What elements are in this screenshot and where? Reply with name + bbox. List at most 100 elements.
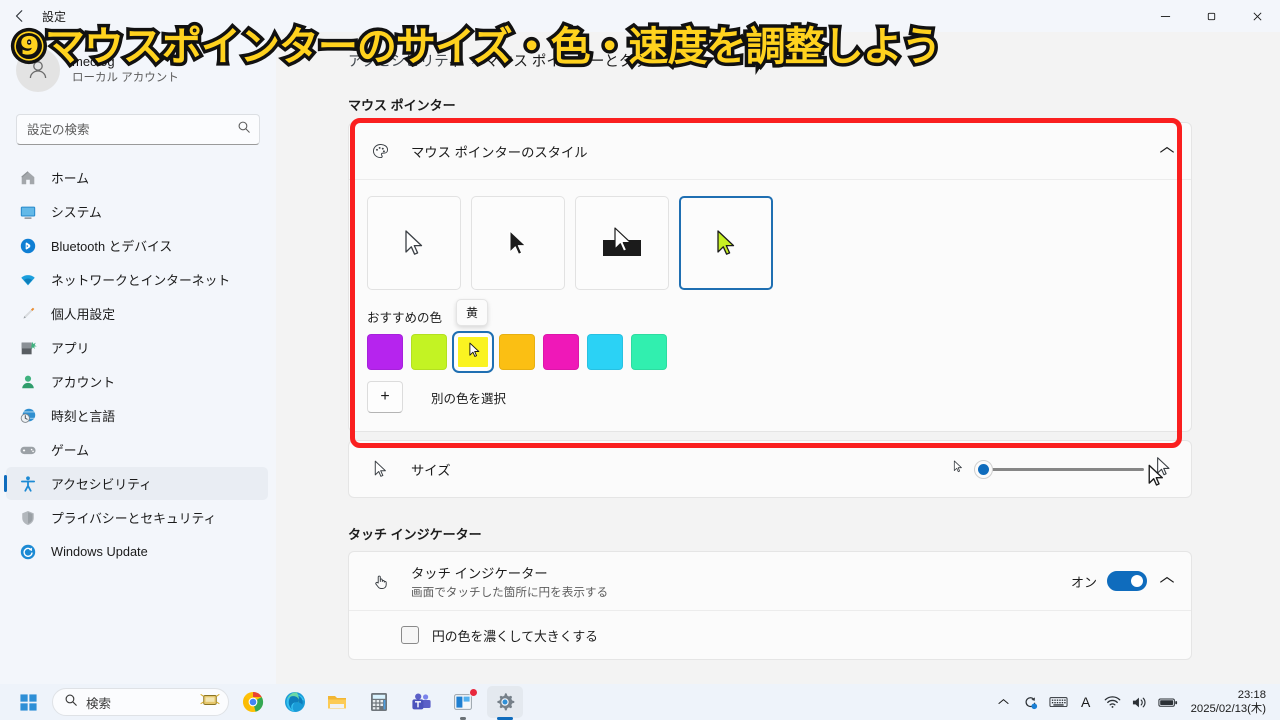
start-button[interactable]	[10, 686, 46, 718]
taskbar-app-edge[interactable]	[277, 686, 313, 718]
sidebar-item-windows-update[interactable]: Windows Update	[6, 535, 268, 568]
touch-circle-emphasis-row[interactable]: 円の色を濃くして大きくする	[349, 611, 1191, 659]
system-icon	[18, 202, 38, 222]
slider-track	[974, 467, 1144, 471]
sidebar-item-time-language[interactable]: 時刻と言語	[6, 399, 268, 432]
edge-icon	[285, 692, 305, 712]
battery-icon[interactable]	[1153, 686, 1183, 718]
custom-color-pointer-icon	[717, 230, 735, 255]
add-color-button[interactable]: +	[367, 381, 403, 413]
volume-icon[interactable]	[1126, 686, 1153, 718]
sidebar-item-personalization[interactable]: 個人用設定	[6, 297, 268, 330]
taskbar-app-teams[interactable]	[403, 686, 439, 718]
sidebar-item-network[interactable]: ネットワークとインターネット	[6, 263, 268, 296]
touch-indicator-row[interactable]: タッチ インジケーター 画面でタッチした箇所に円を表示する オン	[349, 552, 1191, 610]
sidebar-item-apps[interactable]: アプリ	[6, 331, 268, 364]
sidebar-item-gaming[interactable]: ゲーム	[6, 433, 268, 466]
ime-mode-a-icon[interactable]: A	[1073, 686, 1099, 718]
ime-keyboard-icon[interactable]	[1044, 686, 1073, 718]
taskbar-app-calculator[interactable]	[361, 686, 397, 718]
large-pointer-icon	[1154, 455, 1173, 483]
search-icon	[237, 120, 251, 139]
touch-indicator-toggle-area: オン	[1071, 571, 1147, 591]
minimize-button[interactable]	[1142, 0, 1188, 32]
pointer-style-tile-white[interactable]	[367, 196, 461, 290]
mouse-pointer-style-card: マウス ポインターのスタイル おすすめの色 黄 + 別の色を選択	[348, 122, 1192, 432]
search-icon	[64, 693, 78, 712]
pointer-size-icon	[369, 459, 391, 479]
sidebar-item-home[interactable]: ホーム	[6, 161, 268, 194]
taskbar-search[interactable]: 検索	[52, 688, 229, 716]
search-input[interactable]	[27, 122, 237, 137]
pointer-style-tiles	[349, 180, 1191, 298]
sidebar-item-bluetooth[interactable]: Bluetooth とデバイス	[6, 229, 268, 262]
sidebar-item-system[interactable]: システム	[6, 195, 268, 228]
clock[interactable]: 23:18 2025/02/13(木)	[1183, 688, 1272, 716]
taskbar-app-settings[interactable]	[487, 686, 523, 718]
slider-thumb[interactable]	[974, 459, 993, 479]
file-explorer-icon	[328, 696, 346, 709]
windows-update-icon	[18, 542, 38, 562]
calculator-icon	[371, 693, 387, 711]
window-controls	[1142, 0, 1280, 32]
sidebar-item-label: ゲーム	[51, 443, 90, 458]
wifi-icon[interactable]	[1099, 686, 1126, 718]
teams-icon	[412, 693, 431, 710]
pointer-style-tile-black[interactable]	[471, 196, 565, 290]
chevron-up-icon[interactable]	[1160, 575, 1175, 587]
network-icon	[18, 270, 38, 290]
sidebar-item-label: Windows Update	[51, 544, 148, 559]
sidebar-item-label: 時刻と言語	[51, 409, 115, 424]
sidebar-item-label: 個人用設定	[51, 307, 115, 322]
section-title-mouse-pointer: マウス ポインター	[348, 98, 456, 113]
white-pointer-icon	[405, 230, 423, 255]
section-title-touch-indicator: タッチ インジケーター	[348, 527, 482, 542]
taskbar-app-chrome[interactable]	[235, 686, 271, 718]
pointer-cursor-icon	[469, 342, 480, 357]
close-button[interactable]	[1234, 0, 1280, 32]
sidebar-nav: ホーム システム Bluetooth とデバイス ネットワークとインターネット	[0, 161, 276, 568]
color-swatch-cyan[interactable]	[587, 334, 623, 370]
taskbar-app-microsoft-store[interactable]	[445, 686, 481, 718]
pointer-size-slider[interactable]	[974, 459, 1144, 479]
color-tooltip: 黄	[456, 298, 489, 326]
toggle-state-label: オン	[1070, 574, 1097, 590]
touch-indicator-toggle[interactable]	[1107, 571, 1147, 591]
touch-indicator-subtitle: 画面でタッチした箇所に円を表示する	[411, 585, 609, 599]
recommended-colors-block: おすすめの色 黄 + 別の色を選択	[349, 298, 1191, 431]
touch-circle-emphasis-checkbox[interactable]	[401, 626, 419, 644]
chevron-up-icon[interactable]	[1160, 145, 1175, 157]
sidebar-item-label: ホーム	[51, 171, 90, 186]
show-hidden-icons-chevron[interactable]	[991, 686, 1017, 718]
pointer-style-tile-custom[interactable]	[679, 196, 773, 290]
clock-time: 23:18	[1237, 688, 1266, 701]
maximize-restore-button[interactable]	[1188, 0, 1234, 32]
color-swatch-yellow[interactable]	[452, 331, 494, 373]
pointer-style-tile-inverted[interactable]	[575, 196, 669, 290]
mouse-pointer-style-title: マウス ポインターのスタイル	[411, 144, 588, 160]
pointer-size-title: サイズ	[411, 462, 451, 478]
settings-icon	[497, 693, 515, 711]
color-swatch-spring-green[interactable]	[631, 334, 667, 370]
clock-date: 2025/02/13(木)	[1190, 703, 1266, 715]
color-swatch-yellow-green[interactable]	[411, 334, 447, 370]
color-swatch-magenta[interactable]	[543, 334, 579, 370]
color-swatches	[367, 331, 1191, 373]
taskbar-app-file-explorer[interactable]	[319, 686, 355, 718]
taskbar-search-label: 検索	[86, 696, 112, 711]
taskbar-left-group: 検索	[10, 686, 523, 718]
gaming-icon	[18, 440, 38, 460]
overlay-title: ⑨マウスポインターのサイズ・色・速度を調整しよう	[9, 21, 946, 74]
mouse-pointer-style-header[interactable]: マウス ポインターのスタイル	[349, 123, 1191, 179]
onedrive-sync-icon[interactable]	[1017, 686, 1044, 718]
apps-icon	[18, 338, 38, 358]
sidebar-item-accounts[interactable]: アカウント	[6, 365, 268, 398]
settings-search[interactable]	[16, 114, 260, 145]
color-swatch-amber[interactable]	[499, 334, 535, 370]
sidebar-item-accessibility[interactable]: アクセシビリティ	[4, 467, 268, 500]
content-area: アクセシビリティ › マウス ポインターとタッチ マウス ポインター マウス ポ…	[276, 32, 1280, 684]
sidebar-item-privacy[interactable]: プライバシーとセキュリティ	[6, 501, 268, 534]
color-swatch-purple[interactable]	[367, 334, 403, 370]
pick-other-color-label: 別の色を選択	[431, 391, 507, 406]
touch-circle-emphasis-label: 円の色を濃くして大きくする	[432, 628, 598, 644]
